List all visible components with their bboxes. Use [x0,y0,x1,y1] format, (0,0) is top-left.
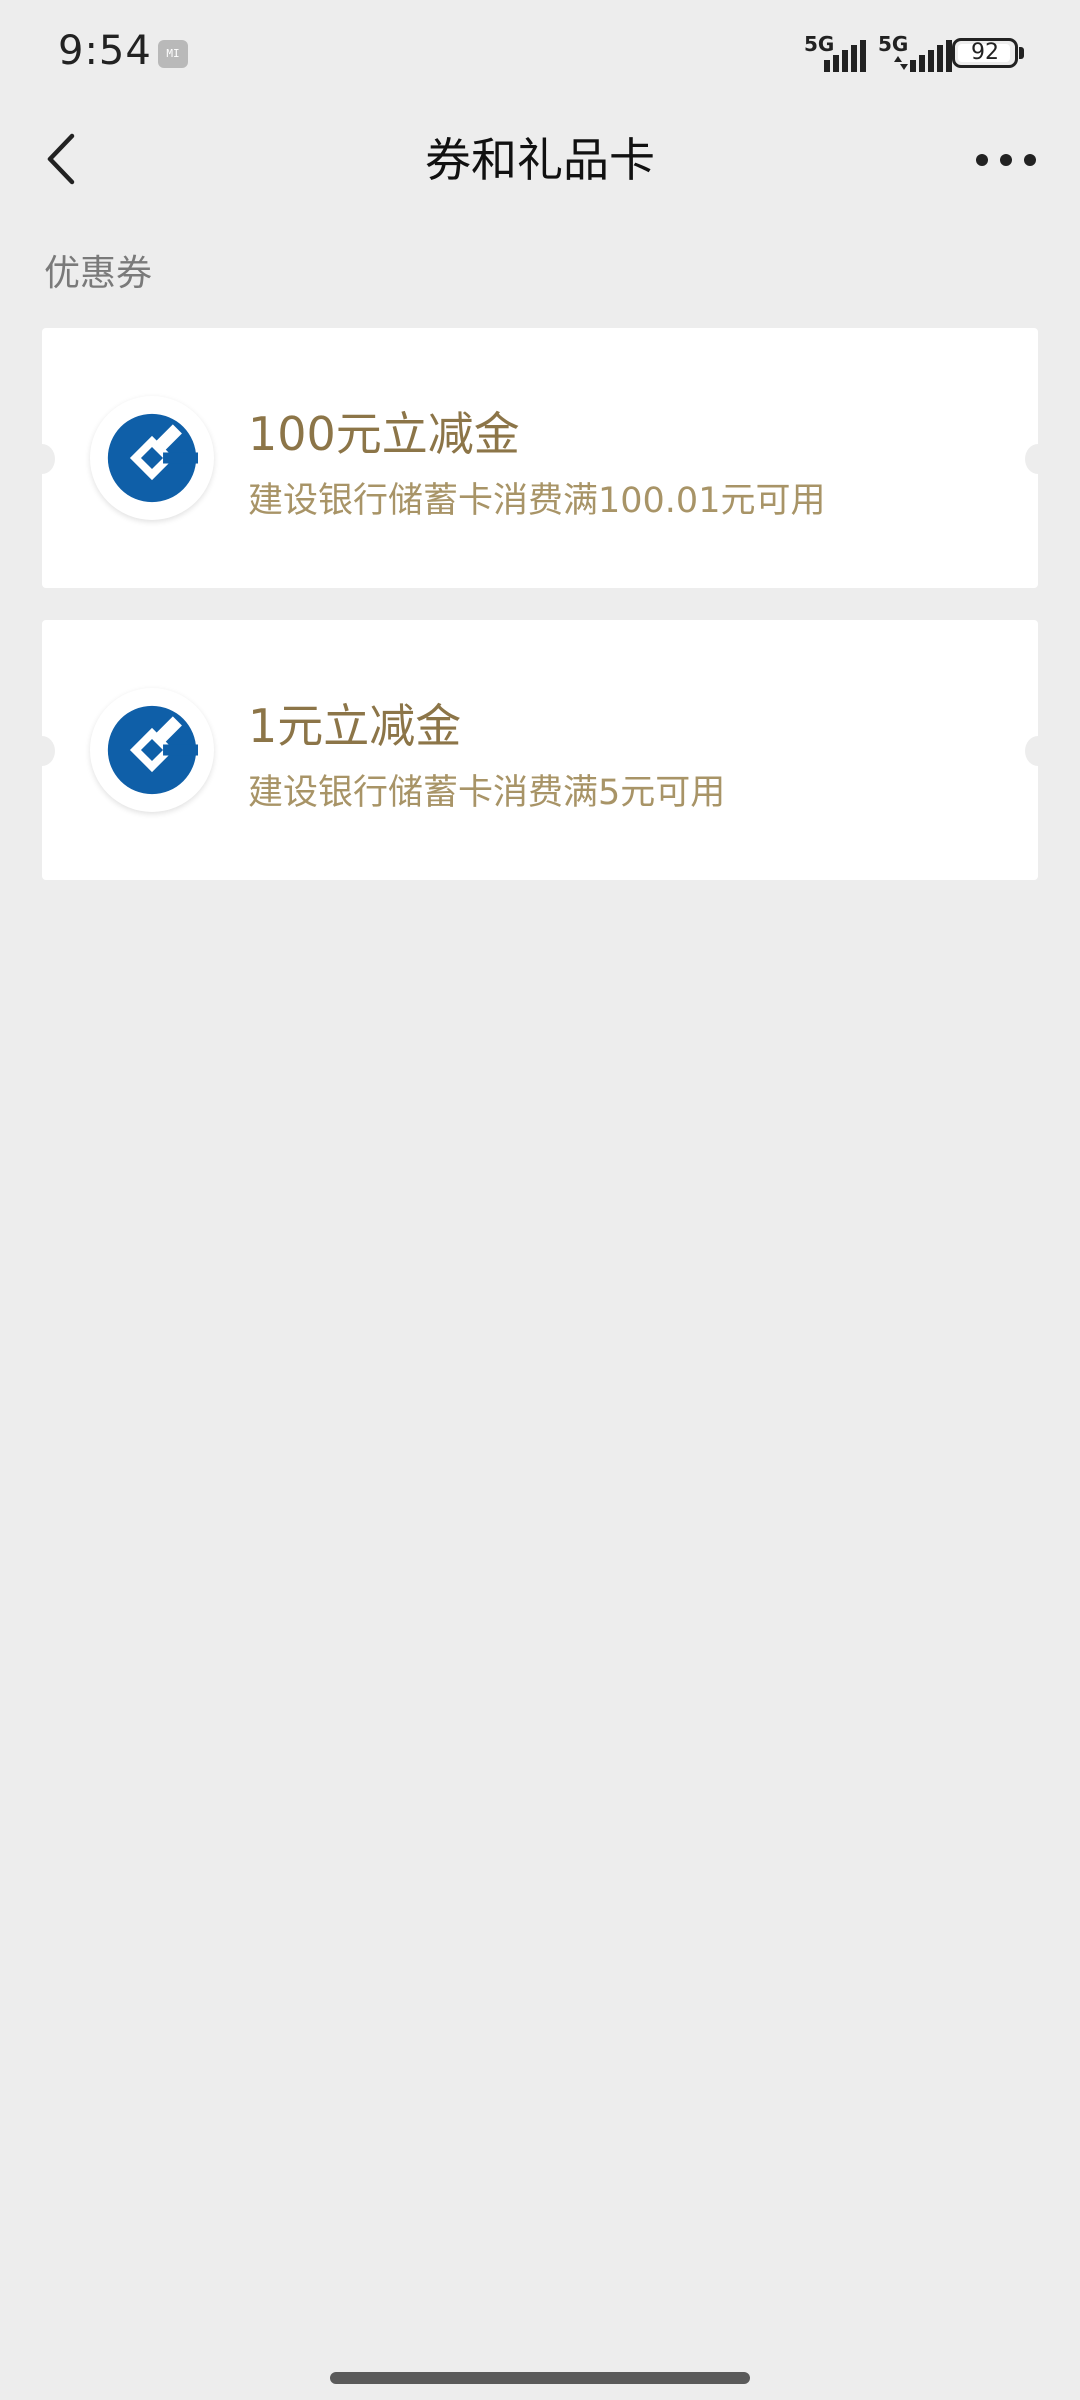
mi-notification-icon: MI [158,40,188,68]
status-bar: 9:54 MI 5G 5G 92 [0,0,1080,110]
more-dots-icon [976,154,1036,166]
coupon-card[interactable]: 100元立减金 建设银行储蓄卡消费满100.01元可用 [29,328,1051,588]
more-button[interactable] [966,132,1046,188]
card-notch [1025,736,1051,766]
coupon-card[interactable]: 1元立减金 建设银行储蓄卡消费满5元可用 [29,620,1051,880]
signal-bars-icon [894,40,952,72]
battery-tip [1019,47,1024,59]
back-button[interactable] [30,124,100,194]
signal-bars-icon [824,40,866,72]
card-notch [29,736,55,766]
ccb-logo-mark [107,705,198,795]
battery-level: 92 [971,40,999,65]
coupon-description: 建设银行储蓄卡消费满5元可用 [248,773,726,813]
chevron-left-icon [47,133,75,185]
ccb-bank-logo-icon [90,396,214,520]
coupon-title: 1元立减金 [248,699,462,753]
status-time: 9:54 [58,28,152,74]
card-notch [29,444,55,474]
ccb-bank-logo-icon [90,688,214,812]
section-label-coupons: 优惠券 [44,253,153,294]
home-indicator[interactable] [330,2372,750,2384]
card-notch [1025,444,1051,474]
page-title: 券和礼品卡 [425,133,655,187]
ccb-logo-mark [107,413,198,503]
coupon-title: 100元立减金 [248,407,520,461]
battery-icon: 92 [952,38,1018,68]
nav-bar: 券和礼品卡 [0,110,1080,210]
coupon-description: 建设银行储蓄卡消费满100.01元可用 [248,481,826,521]
